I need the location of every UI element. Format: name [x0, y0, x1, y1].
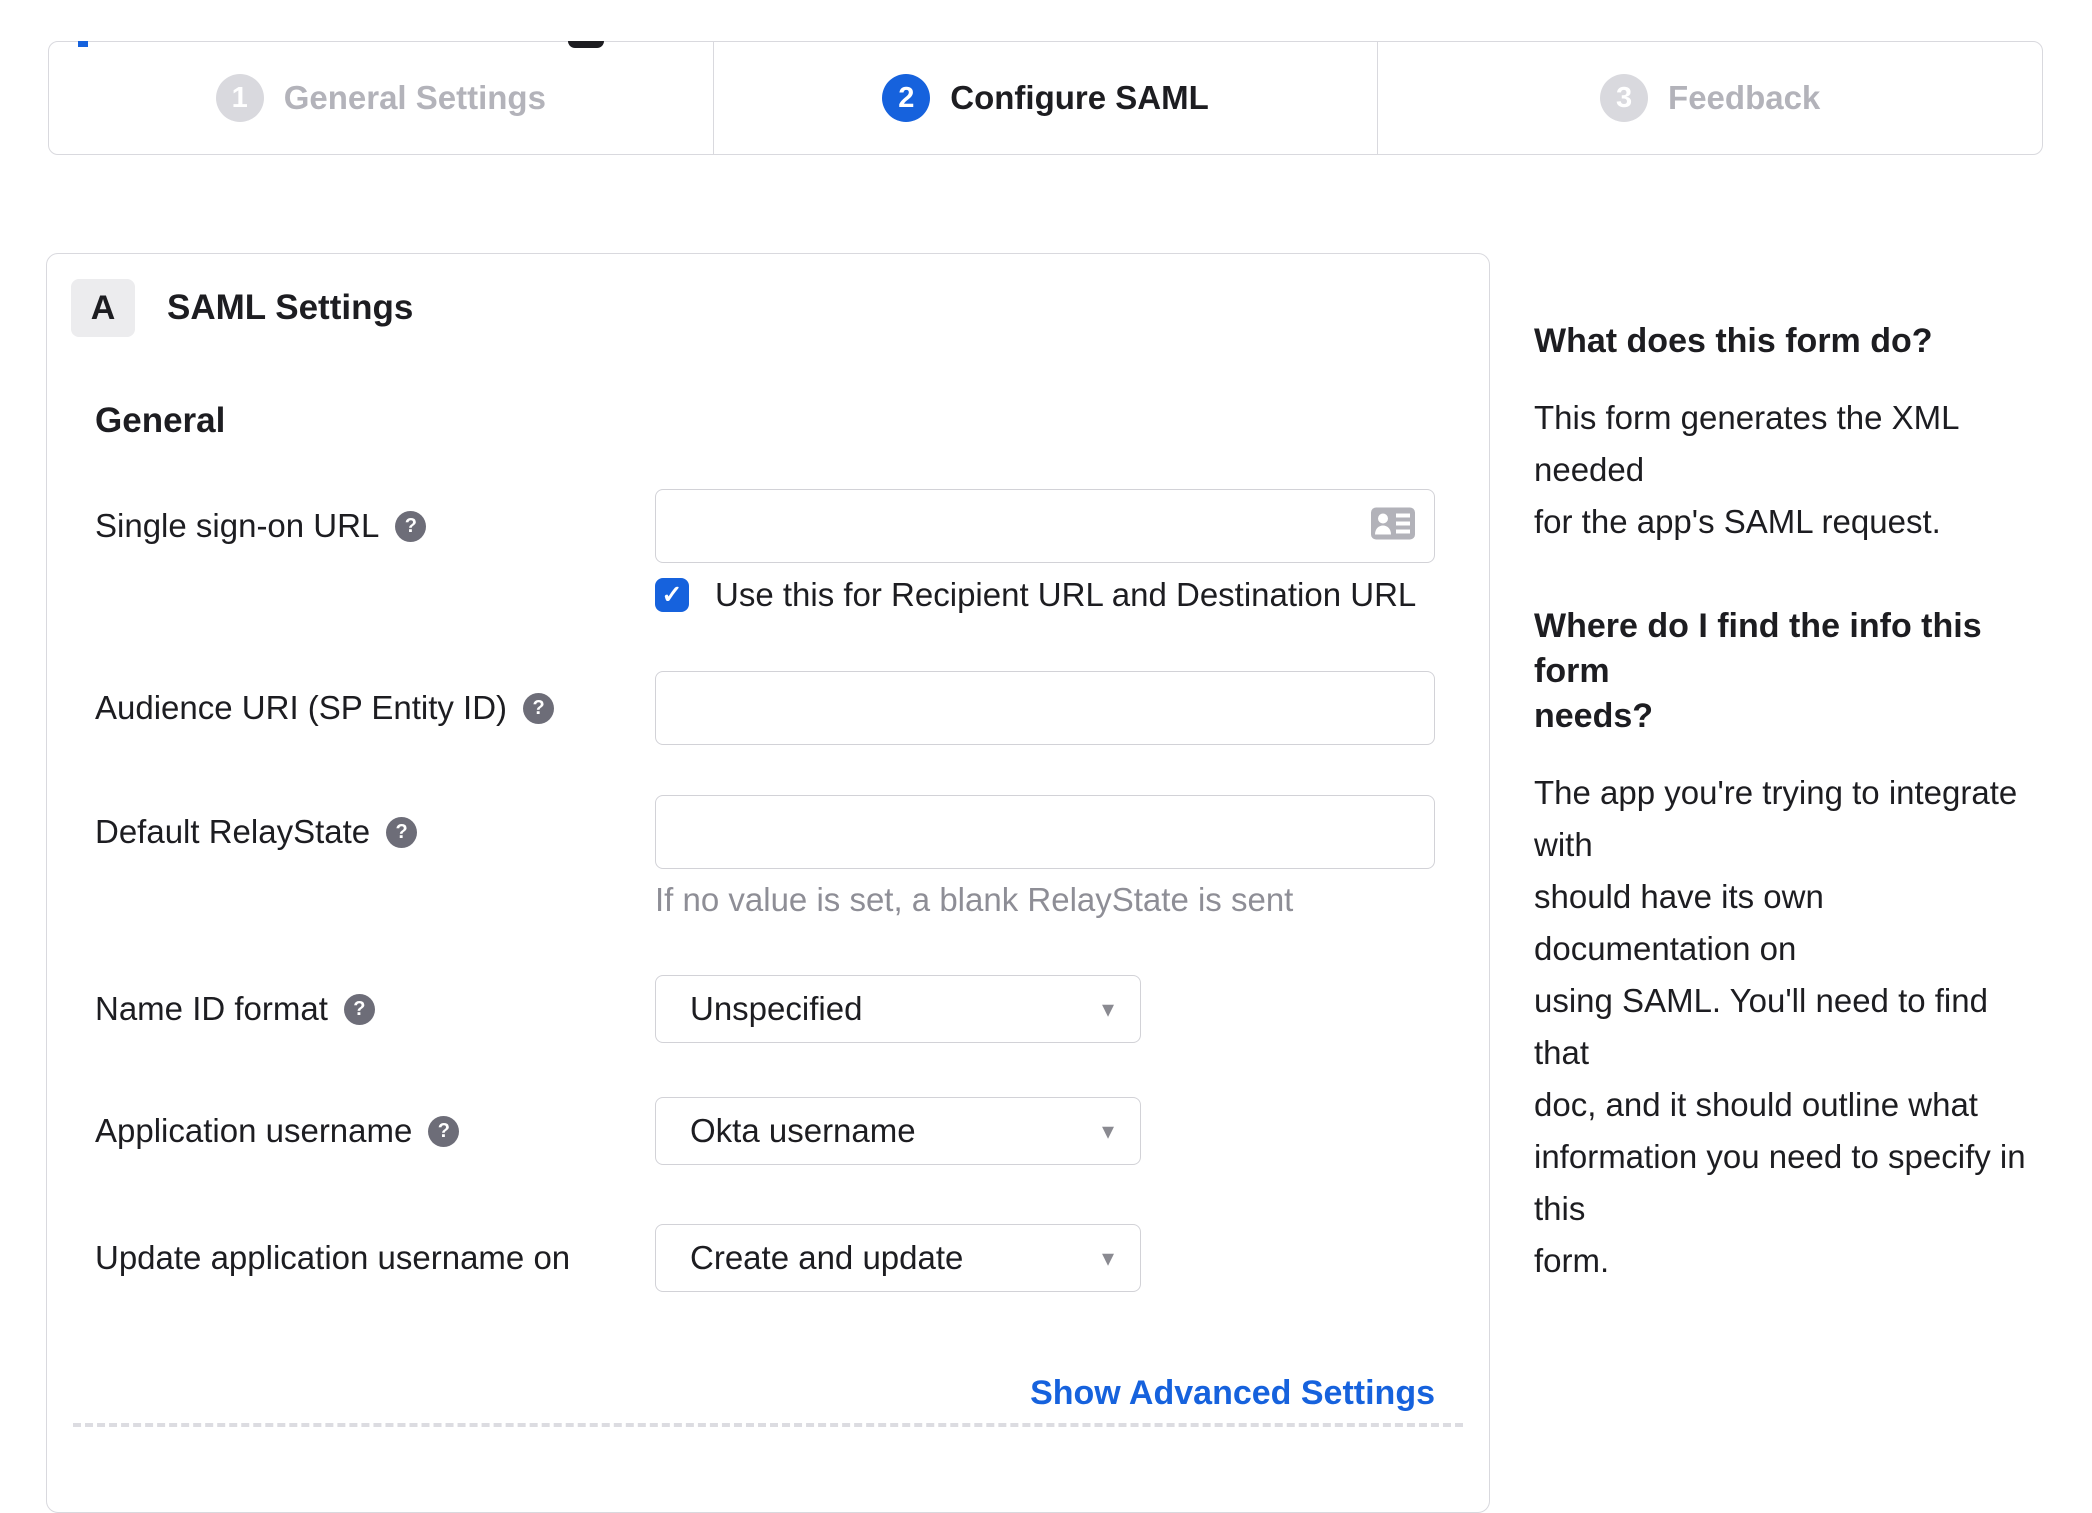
application-username-value: Okta username: [690, 1112, 916, 1149]
chevron-down-icon: ▾: [1101, 995, 1114, 1023]
step-number-badge: 1: [215, 74, 264, 122]
saml-settings-card: A SAML Settings General Single sign-on U…: [46, 253, 1490, 1513]
sso-url-label: Single sign-on URL: [95, 507, 380, 544]
audience-uri-row: Audience URI (SP Entity ID) ?: [95, 671, 1435, 745]
update-username-value: Create and update: [690, 1239, 964, 1276]
relay-state-hint: If no value is set, a blank RelayState i…: [655, 881, 1294, 918]
step-label: General Settings: [283, 79, 546, 116]
step-label: Feedback: [1668, 79, 1821, 116]
recipient-url-checkbox-label: Use this for Recipient URL and Destinati…: [715, 576, 1417, 613]
sidebar-heading-where: Where do I find the info this form needs…: [1534, 607, 1982, 735]
step-number-badge: 3: [1600, 74, 1649, 122]
sidebar-heading-what: What does this form do?: [1534, 322, 1933, 360]
step-feedback[interactable]: 3 Feedback: [1378, 42, 2042, 154]
section-title: SAML Settings: [167, 288, 414, 327]
help-icon[interactable]: ?: [386, 816, 418, 848]
section-dashed-divider: [73, 1423, 1463, 1427]
sso-url-input[interactable]: [655, 489, 1435, 563]
audience-uri-input[interactable]: [655, 671, 1435, 745]
cutoff-app-logo-fragment: [568, 41, 604, 48]
sso-url-row: Single sign-on URL ?: [95, 489, 1435, 563]
chevron-down-icon: ▾: [1101, 1117, 1114, 1145]
application-username-row: Application username ? Okta username ▾: [95, 1097, 1435, 1165]
audience-uri-label: Audience URI (SP Entity ID): [95, 689, 508, 726]
step-label: Configure SAML: [950, 79, 1209, 116]
update-username-select[interactable]: Create and update ▾: [655, 1224, 1141, 1292]
relay-state-row: Default RelayState ?: [95, 795, 1435, 869]
general-group-title: General: [95, 401, 226, 440]
name-id-format-label: Name ID format: [95, 990, 328, 1027]
sidebar-body-what: This form generates the XML needed for t…: [1534, 399, 1959, 540]
step-general-settings[interactable]: 1 General Settings: [49, 42, 714, 154]
show-advanced-settings-link[interactable]: Show Advanced Settings: [1030, 1374, 1435, 1412]
name-id-format-row: Name ID format ? Unspecified ▾: [95, 975, 1435, 1043]
step-number-badge: 2: [882, 74, 931, 122]
name-id-format-value: Unspecified: [690, 990, 863, 1027]
recipient-url-checkbox-row: ✓ Use this for Recipient URL and Destina…: [655, 576, 1435, 614]
contact-card-icon[interactable]: [1371, 507, 1415, 545]
relay-state-input[interactable]: [655, 795, 1435, 869]
application-username-label: Application username: [95, 1112, 413, 1149]
help-icon[interactable]: ?: [343, 993, 375, 1025]
sidebar-body-where: The app you're trying to integrate with …: [1534, 774, 2026, 1279]
wizard-stepper: 1 General Settings 2 Configure SAML 3 Fe…: [48, 41, 2043, 155]
update-username-row: Update application username on Create an…: [95, 1224, 1435, 1292]
help-icon[interactable]: ?: [523, 692, 555, 724]
recipient-url-checkbox[interactable]: ✓: [655, 578, 689, 612]
chevron-down-icon: ▾: [1101, 1244, 1114, 1272]
relay-state-hint-row: If no value is set, a blank RelayState i…: [655, 881, 1435, 919]
relay-state-label: Default RelayState: [95, 813, 371, 850]
update-username-label: Update application username on: [95, 1239, 571, 1276]
cutoff-blue-fragment: [78, 41, 88, 47]
help-icon[interactable]: ?: [395, 510, 427, 542]
step-configure-saml[interactable]: 2 Configure SAML: [714, 42, 1379, 154]
application-username-select[interactable]: Okta username ▾: [655, 1097, 1141, 1165]
name-id-format-select[interactable]: Unspecified ▾: [655, 975, 1141, 1043]
help-icon[interactable]: ?: [428, 1115, 460, 1147]
help-sidebar: What does this form do? This form genera…: [1534, 253, 2034, 1287]
section-a-badge: A: [71, 279, 135, 337]
